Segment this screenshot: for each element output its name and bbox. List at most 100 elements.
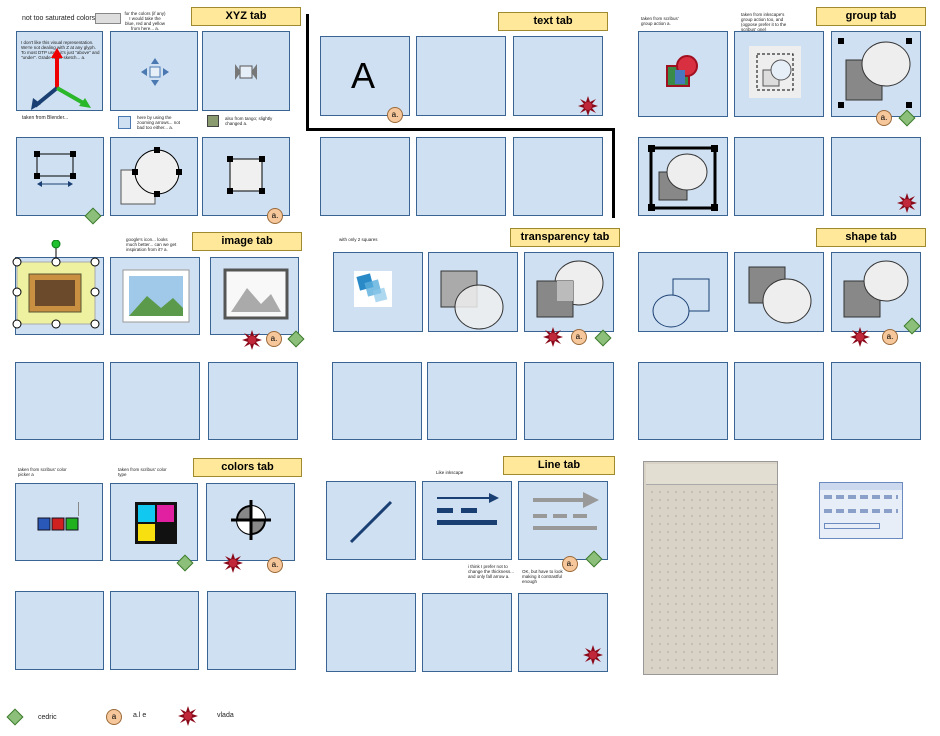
badge-a: a. xyxy=(882,329,898,345)
transparency-box-3[interactable] xyxy=(524,252,614,332)
badge-vlada-star xyxy=(223,553,243,573)
colors-box-3[interactable] xyxy=(206,483,295,561)
tab-image[interactable]: image tab xyxy=(192,232,302,251)
colors-box-1[interactable] xyxy=(15,483,103,561)
badge-a: a. xyxy=(571,329,587,345)
text-box-6[interactable] xyxy=(513,137,603,216)
tab-line[interactable]: Line tab xyxy=(503,456,615,475)
colors-box-2[interactable] xyxy=(110,483,198,561)
xyz-box-1[interactable]: I don't like this visual representation.… xyxy=(16,31,103,111)
note-taken-blender: taken from Blender... xyxy=(22,115,69,121)
badge-vlada-star xyxy=(578,96,598,116)
group-box-1[interactable] xyxy=(638,31,728,117)
image-select-icon xyxy=(12,240,100,329)
google-image-icon xyxy=(122,269,190,323)
transparency-box-1[interactable] xyxy=(333,252,423,332)
group-box-2[interactable] xyxy=(734,31,824,117)
shape-box-3[interactable] xyxy=(831,252,921,332)
legend-cedric-icon xyxy=(6,708,24,726)
image-box-2[interactable] xyxy=(110,257,200,335)
group-box-4[interactable] xyxy=(638,137,728,216)
shape-filled-icon xyxy=(748,266,812,324)
cmyk-icon xyxy=(135,502,177,544)
shape-box-5[interactable] xyxy=(734,362,824,440)
xyz-box-6[interactable] xyxy=(202,137,290,216)
shape-box-6[interactable] xyxy=(831,362,921,440)
badge-cedric xyxy=(594,329,612,347)
group-box-3[interactable] xyxy=(831,31,921,117)
legend-vlada: vlada xyxy=(217,712,234,719)
shape-box-4[interactable] xyxy=(638,362,728,440)
badge-vlada-star xyxy=(583,645,603,665)
inkscape-group-icon xyxy=(749,46,801,98)
text-box-5[interactable] xyxy=(416,137,506,216)
text-box-4[interactable] xyxy=(320,137,410,216)
mini-dialog-titlebar xyxy=(820,483,902,490)
transparent-overlap-icon xyxy=(536,260,604,318)
mini-dialog-row2 xyxy=(824,509,898,513)
gray-image-icon xyxy=(223,268,289,320)
transparency-box-5[interactable] xyxy=(427,362,517,440)
line-box-5[interactable] xyxy=(422,593,512,672)
note-for-colors: for the colors (if any) I would take the… xyxy=(124,11,166,31)
note-tango: also from tango; slightly changed a. xyxy=(225,116,273,126)
panel-dotted-area xyxy=(648,488,774,672)
text-box-1[interactable]: A xyxy=(320,36,410,116)
mini-dialog-row1 xyxy=(824,495,898,499)
colors-box-6[interactable] xyxy=(207,591,296,670)
line-box-1[interactable] xyxy=(326,481,416,560)
colors-box-4[interactable] xyxy=(15,591,104,670)
shape-stacked-icon xyxy=(843,260,909,318)
group-frame-icon xyxy=(648,145,718,211)
note-prefer-not: i think I prefer not to change the thick… xyxy=(468,564,515,579)
resize-square-icon xyxy=(227,156,265,194)
note-scribus-color-picker: taken from scribus' color picker a xyxy=(18,467,67,477)
line-box-2[interactable] xyxy=(422,481,512,560)
scribus-group-icon xyxy=(666,55,698,87)
text-box-2[interactable] xyxy=(416,36,506,116)
badge-vlada-star xyxy=(543,327,563,347)
tab-text[interactable]: text tab xyxy=(498,12,608,31)
transparency-box-4[interactable] xyxy=(332,362,422,440)
color-swatches-icon xyxy=(95,13,121,24)
transparency-box-6[interactable] xyxy=(524,362,614,440)
image-box-6[interactable] xyxy=(208,362,298,440)
tab-shape[interactable]: shape tab xyxy=(816,228,926,247)
tab-xyz[interactable]: XYZ tab xyxy=(191,7,301,26)
group-shapes-icon xyxy=(838,38,912,108)
note-not-saturated: not too saturated colors xyxy=(22,15,96,22)
image-box-5[interactable] xyxy=(110,362,200,440)
group-box-5[interactable] xyxy=(734,137,824,216)
line-box-3[interactable] xyxy=(518,481,608,560)
xyz-box-5[interactable] xyxy=(110,137,198,216)
note-zoom-arrows: here by using the zooming arrows... not … xyxy=(137,115,181,130)
colors-box-5[interactable] xyxy=(110,591,199,670)
xyz-box-3[interactable] xyxy=(202,31,290,111)
tab-transparency[interactable]: transparency tab xyxy=(510,228,620,247)
badge-a: a. xyxy=(266,331,282,347)
shape-box-2[interactable] xyxy=(734,252,824,332)
badge-vlada-star xyxy=(242,330,262,350)
diagonal-line-icon xyxy=(349,500,393,544)
tab-group[interactable]: group tab xyxy=(816,7,926,26)
xyz-box-2[interactable] xyxy=(110,31,198,111)
image-box-3[interactable] xyxy=(210,257,299,335)
badge-a: a. xyxy=(267,557,283,573)
line-box-4[interactable] xyxy=(326,593,416,672)
xyz-axes-icon xyxy=(31,48,91,110)
picker-handle-line xyxy=(78,502,79,516)
shrink-arrows-icon xyxy=(235,64,257,80)
legend-cedric: cedric xyxy=(38,714,57,721)
transparency-box-2[interactable] xyxy=(428,252,518,332)
text-letter-icon: A xyxy=(351,55,376,96)
badge-vlada-star xyxy=(897,193,917,213)
badge-a: a. xyxy=(387,107,403,123)
scale-frame-icon xyxy=(34,151,76,187)
image-box-1[interactable] xyxy=(12,240,104,335)
panel-toolbar xyxy=(646,464,777,485)
shape-box-1[interactable] xyxy=(638,252,728,332)
tab-colors[interactable]: colors tab xyxy=(193,458,302,477)
image-box-4[interactable] xyxy=(15,362,104,440)
xyz-box-4[interactable] xyxy=(16,137,104,216)
panel-mockup xyxy=(643,461,778,675)
